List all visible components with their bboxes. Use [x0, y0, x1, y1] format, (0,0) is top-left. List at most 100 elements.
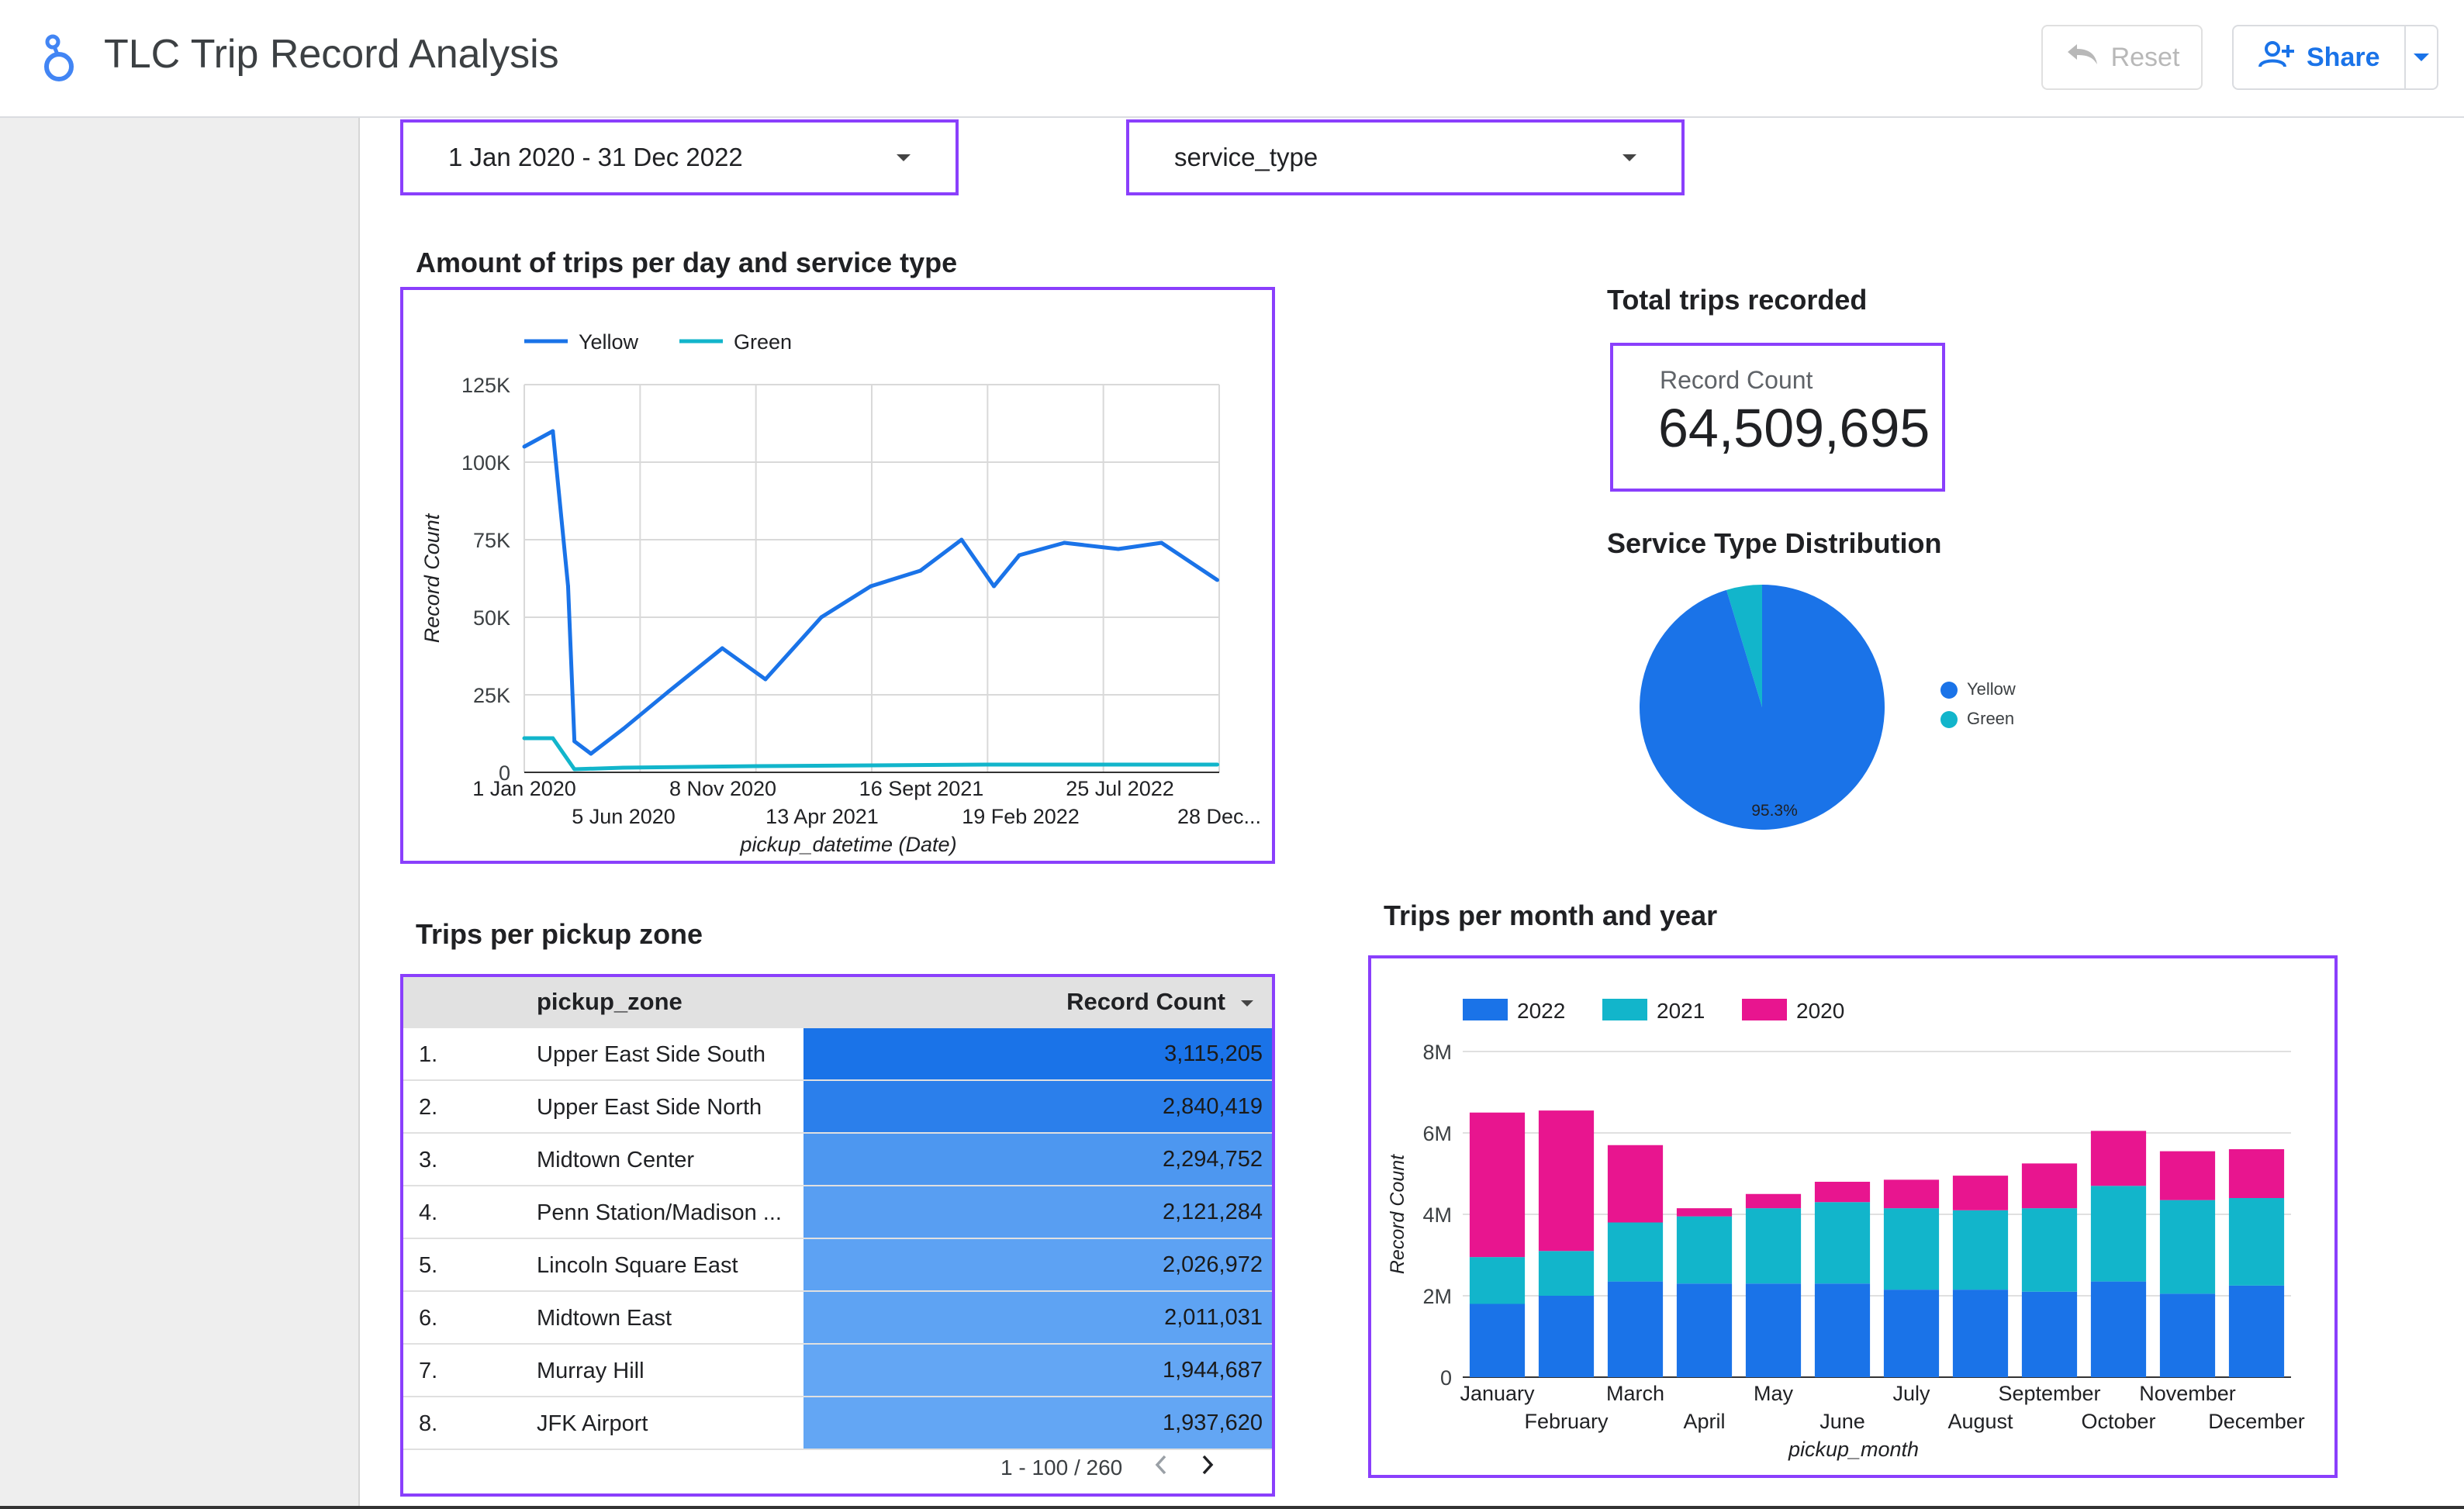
bar-segment-2022 [2090, 1281, 2147, 1377]
x-axis-title: pickup_month [1788, 1438, 1919, 1461]
data-point [522, 444, 527, 449]
row-pickup-zone: Upper East Side North [537, 1095, 762, 1120]
row-record-count: 2,840,419 [803, 1081, 1272, 1132]
left-side-panel [0, 118, 360, 1509]
row-rank: 8. [419, 1411, 438, 1436]
bar-segment-2022 [1814, 1283, 1871, 1377]
sort-descending-icon[interactable] [1241, 1000, 1253, 1007]
bar-segment-2021 [1952, 1210, 2009, 1290]
bar-segment-2020 [1883, 1179, 1940, 1209]
line-chart-panel[interactable]: 0 25K 50K 75K 100K 125K 1 Jan 2020 5 Jun 2020 8 … [400, 287, 1275, 864]
pie-chart[interactable]: 95.3% [1629, 574, 1923, 837]
bar-segment-2020 [2159, 1151, 2216, 1200]
data-point [1215, 578, 1220, 582]
share-label: Share [2307, 42, 2380, 72]
row-record-count: 2,294,752 [803, 1134, 1272, 1185]
row-rank: 7. [419, 1359, 438, 1383]
row-pickup-zone: Midtown East [537, 1306, 672, 1331]
bar-chart: 0 2M 4M 6M 8M January February March April May Jun… [1387, 999, 2305, 1461]
y-axis-title: Record Count [420, 513, 444, 643]
bar-segment-2022 [1676, 1283, 1733, 1377]
reset-button[interactable]: Reset [2041, 25, 2203, 90]
chevron-down-icon [2414, 54, 2429, 61]
table-row[interactable]: 5. Lincoln Square East 2,026,972 [403, 1239, 1272, 1292]
table-row[interactable]: 6. Midtown East 2,011,031 [403, 1292, 1272, 1345]
bar-segment-2021 [2228, 1198, 2285, 1286]
x-tick-label: 1 Jan 2020 [472, 777, 576, 800]
bar-segment-2020 [1607, 1145, 1664, 1223]
data-point [754, 764, 759, 768]
x-tick-label: March [1606, 1382, 1664, 1405]
x-tick-label: 5 Jun 2020 [572, 805, 676, 828]
bar-chart-panel[interactable]: 0 2M 4M 6M 8M January February March April May Jun… [1368, 955, 2338, 1478]
x-tick-label: October [2081, 1410, 2155, 1433]
legend-swatch [1602, 999, 1647, 1020]
looker-studio-logo-icon[interactable] [36, 31, 82, 85]
legend-dot [1940, 711, 1958, 729]
data-point [992, 584, 997, 589]
pie-chart-title: Service Type Distribution [1607, 527, 1942, 559]
table-row[interactable]: 7. Murray Hill 1,944,687 [403, 1345, 1272, 1397]
y-tick-label: 100K [461, 451, 510, 475]
table-row[interactable]: 4. Penn Station/Madison ... 2,121,284 [403, 1186, 1272, 1239]
data-point [1062, 540, 1066, 545]
table-row[interactable]: 3. Midtown Center 2,294,752 [403, 1134, 1272, 1186]
data-point [666, 689, 671, 694]
x-axis-title: pickup_datetime (Date) [739, 833, 956, 856]
bar-segment-2020 [1814, 1182, 1871, 1203]
y-axis-title: Record Count [1387, 1154, 1408, 1274]
bar-segment-2022 [1883, 1290, 1940, 1377]
data-point [720, 646, 724, 651]
row-record-count: 3,115,205 [803, 1028, 1272, 1079]
data-point [763, 677, 768, 682]
data-point [1215, 762, 1220, 767]
x-tick-label: February [1524, 1410, 1609, 1433]
bar-segment-2021 [2021, 1208, 2078, 1292]
service-type-control[interactable]: service_type [1126, 119, 1685, 195]
data-point [572, 767, 577, 772]
legend-label: 2022 [1517, 999, 1565, 1023]
table-row[interactable]: 2. Upper East Side North 2,840,419 [403, 1081, 1272, 1134]
x-tick-label: November [2139, 1382, 2236, 1405]
data-point [621, 727, 626, 731]
legend-label: Green [734, 330, 792, 354]
row-record-count: 1,937,620 [803, 1397, 1272, 1449]
data-point [565, 584, 570, 589]
column-header-pickup-zone[interactable]: pickup_zone [537, 988, 683, 1016]
table-row[interactable]: 1. Upper East Side South 3,115,205 [403, 1028, 1272, 1081]
pie-legend-yellow[interactable]: Yellow [1940, 679, 2016, 699]
column-header-record-count[interactable]: Record Count [1066, 988, 1225, 1016]
table-row[interactable]: 8. JFK Airport 1,937,620 [403, 1397, 1272, 1450]
pagination-range: 1 - 100 / 260 [1000, 1455, 1123, 1480]
x-tick-label: 13 Apr 2021 [765, 805, 879, 828]
bar-segment-2020 [2090, 1131, 2147, 1186]
bar-segment-2021 [1538, 1251, 1595, 1296]
date-range-control[interactable]: 1 Jan 2020 - 31 Dec 2022 [400, 119, 959, 195]
report-title: TLC Trip Record Analysis [104, 32, 559, 77]
pie-legend-green[interactable]: Green [1940, 709, 2014, 729]
share-button-group: Share [2232, 25, 2438, 90]
prev-page-icon[interactable] [1153, 1453, 1169, 1482]
x-tick-label: June [1819, 1410, 1865, 1433]
y-tick-label: 6M [1422, 1122, 1452, 1145]
x-tick-label: 8 Nov 2020 [669, 777, 776, 800]
row-rank: 1. [419, 1042, 438, 1067]
service-type-value: service_type [1174, 143, 1318, 171]
x-tick-label: 28 Dec... [1177, 805, 1261, 828]
data-point [959, 537, 964, 542]
share-dropdown-button[interactable] [2406, 54, 2437, 61]
row-record-count: 2,011,031 [803, 1292, 1272, 1343]
pie-legend-green-label: Green [1967, 709, 2015, 728]
bar-segment-2020 [1952, 1176, 2009, 1210]
next-page-icon[interactable] [1200, 1453, 1215, 1482]
bar-segment-2022 [1607, 1281, 1664, 1377]
y-tick-label: 50K [473, 606, 510, 630]
legend-swatch [1742, 999, 1787, 1020]
bar-segment-2022 [1952, 1290, 2009, 1377]
bar-segment-2022 [1745, 1283, 1802, 1377]
dropdown-arrow-icon [897, 154, 911, 161]
share-button[interactable]: Share [2234, 40, 2404, 75]
record-count-scorecard[interactable]: Record Count 64,509,695 [1610, 343, 1945, 492]
data-point [1017, 553, 1021, 558]
row-pickup-zone: Murray Hill [537, 1359, 645, 1383]
